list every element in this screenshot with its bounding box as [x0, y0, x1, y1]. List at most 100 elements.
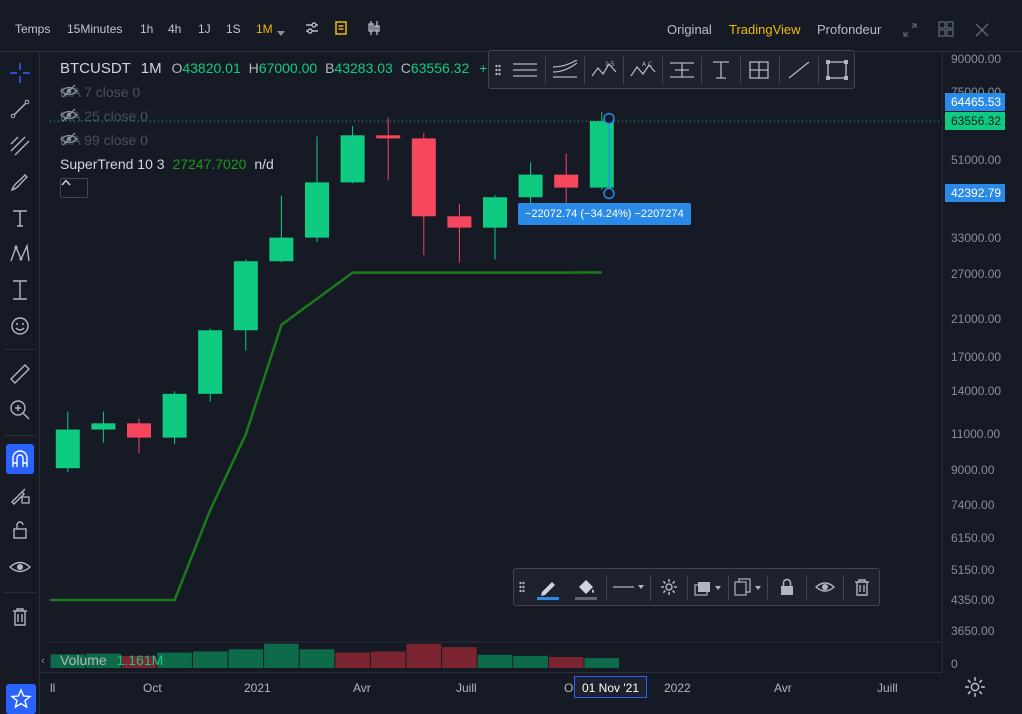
- time-axis[interactable]: ll Oct 2021 Avr Juill Oc 01 Nov '21 2022…: [40, 672, 942, 702]
- timeframe-1j[interactable]: 1J: [198, 22, 211, 36]
- svg-text:A C: A C: [642, 61, 652, 68]
- scroll-left-icon[interactable]: ‹: [41, 655, 49, 675]
- collapse-legend-button[interactable]: [60, 178, 88, 198]
- volume-bar: [335, 652, 370, 668]
- fill-color-icon[interactable]: [568, 569, 604, 605]
- volume-bar: [299, 649, 335, 668]
- timeframe-4h[interactable]: 4h: [168, 22, 181, 36]
- trash-icon[interactable]: [8, 605, 32, 629]
- candle-body: [589, 121, 614, 188]
- open-label: O: [171, 60, 183, 76]
- ma7-legend[interactable]: MA 7 close 0: [60, 84, 152, 100]
- drawing-toolbar: [0, 52, 40, 714]
- lock-drawing-icon[interactable]: [8, 482, 32, 506]
- emoji-icon[interactable]: [8, 314, 32, 338]
- price-tick-label: 21000.00: [951, 311, 1002, 326]
- ma99-legend[interactable]: MA 99 close 0: [60, 132, 160, 148]
- symbol-label: BTCUSDT: [60, 60, 131, 77]
- gear-icon[interactable]: [651, 569, 687, 605]
- close-icon[interactable]: [974, 22, 990, 38]
- trading-app: Temps 15Minutes 1h 4h 1J 1S 1M Original …: [0, 0, 1022, 714]
- last-price-tag: 63556.32: [945, 112, 1005, 130]
- indicator-icon[interactable]: [333, 20, 349, 36]
- time-label: 2021: [244, 681, 271, 695]
- volume-bar: [442, 647, 477, 668]
- text-tool-icon[interactable]: [8, 206, 32, 230]
- candle-type-icon[interactable]: [366, 20, 382, 36]
- clone-dropdown[interactable]: [729, 569, 767, 605]
- visibility-eye-icon[interactable]: [8, 555, 32, 579]
- measure-low-tag: 42392.79: [945, 184, 1005, 202]
- price-range-icon[interactable]: [702, 51, 740, 88]
- view-depth-tab[interactable]: Profondeur: [817, 22, 881, 37]
- measure-tool-icon[interactable]: [8, 278, 32, 302]
- line-style-dropdown[interactable]: [607, 569, 649, 605]
- ma25-legend[interactable]: MA 25 close 0: [60, 108, 160, 124]
- measure-handle-top: [603, 112, 615, 125]
- candle-body: [554, 174, 579, 188]
- price-axis[interactable]: 90000.00 75000.00 51000.00 33000.00 27000.00…: [942, 52, 1022, 672]
- measure-handle-bottom: [603, 187, 615, 200]
- price-tick-label: 51000.00: [951, 153, 1002, 168]
- unlock-icon[interactable]: [8, 518, 32, 542]
- drag-handle-icon[interactable]: [516, 569, 528, 605]
- drawing-templates-toolbar: 1 5 A C: [488, 50, 855, 89]
- pattern-tool-icon[interactable]: [8, 242, 32, 266]
- chevron-down-icon[interactable]: [276, 25, 292, 41]
- abc-pattern-icon[interactable]: A C: [624, 51, 662, 88]
- timeframe-15m[interactable]: 15Minutes: [67, 22, 122, 36]
- chart-settings-gear-icon[interactable]: [964, 676, 986, 698]
- price-tick-label: 33000.00: [951, 231, 1002, 246]
- timeframe-1h[interactable]: 1h: [140, 22, 153, 36]
- timeframe-1m[interactable]: 1M: [256, 22, 273, 36]
- date-price-range-icon[interactable]: [741, 51, 779, 88]
- channel-icon[interactable]: [546, 51, 584, 88]
- horizontal-lines-icon[interactable]: [507, 51, 543, 88]
- brush-icon[interactable]: [8, 170, 32, 194]
- view-original-tab[interactable]: Original: [667, 22, 712, 37]
- drag-handle-icon[interactable]: [493, 51, 503, 88]
- pencil-color-icon[interactable]: [530, 569, 566, 605]
- wave-pattern-icon[interactable]: 1 5: [585, 51, 623, 88]
- supertrend-legend[interactable]: SuperTrend 10 3 27247.7020 n/d: [60, 156, 274, 172]
- settings-sliders-icon[interactable]: [304, 20, 320, 36]
- volume-bar: [192, 651, 228, 668]
- candle-body: [376, 135, 401, 139]
- favorites-star-icon[interactable]: [6, 684, 36, 714]
- crosshair-icon[interactable]: [8, 61, 32, 85]
- svg-text:1 5: 1 5: [605, 61, 615, 68]
- trend-line-icon[interactable]: [8, 97, 32, 121]
- price-tick-label: 14000.00: [951, 384, 1002, 399]
- timeframe-1s[interactable]: 1S: [226, 22, 241, 36]
- price-tick-label: 7400.00: [951, 498, 995, 513]
- candle-body: [340, 135, 365, 183]
- candle-body: [162, 393, 187, 438]
- ruler-icon[interactable]: [8, 362, 32, 386]
- line-tool-icon[interactable]: [780, 51, 818, 88]
- expand-icon[interactable]: [902, 22, 918, 38]
- candle-body: [233, 261, 258, 331]
- layout-grid-icon[interactable]: [938, 21, 954, 37]
- price-tick-label: 4350.00: [951, 593, 995, 607]
- volume-value: 1.161M: [116, 652, 164, 668]
- measure-label: −22072.74 (−34.24%) −2207274: [518, 203, 691, 225]
- price-tick-label: 0: [951, 657, 958, 671]
- lock-icon[interactable]: [768, 569, 806, 605]
- delete-icon[interactable]: [844, 569, 880, 605]
- time-label: ll: [50, 681, 56, 695]
- close-value: 63556.32: [410, 60, 470, 76]
- eye-icon[interactable]: [807, 569, 843, 605]
- volume-bar: [548, 657, 584, 668]
- magnet-icon[interactable]: [6, 444, 34, 474]
- visual-order-dropdown[interactable]: [688, 569, 728, 605]
- time-label: Juill: [877, 681, 898, 695]
- volume-bar: [584, 658, 620, 668]
- time-label: 2022: [664, 681, 691, 695]
- fib-tool-icon[interactable]: [8, 134, 32, 158]
- rectangle-tool-icon[interactable]: [819, 51, 855, 88]
- view-tradingview-tab[interactable]: TradingView: [729, 22, 801, 37]
- volume-label-text: Volume: [60, 652, 107, 668]
- candle-body: [483, 197, 507, 228]
- zoom-icon[interactable]: [8, 398, 32, 422]
- range-icon[interactable]: [663, 51, 701, 88]
